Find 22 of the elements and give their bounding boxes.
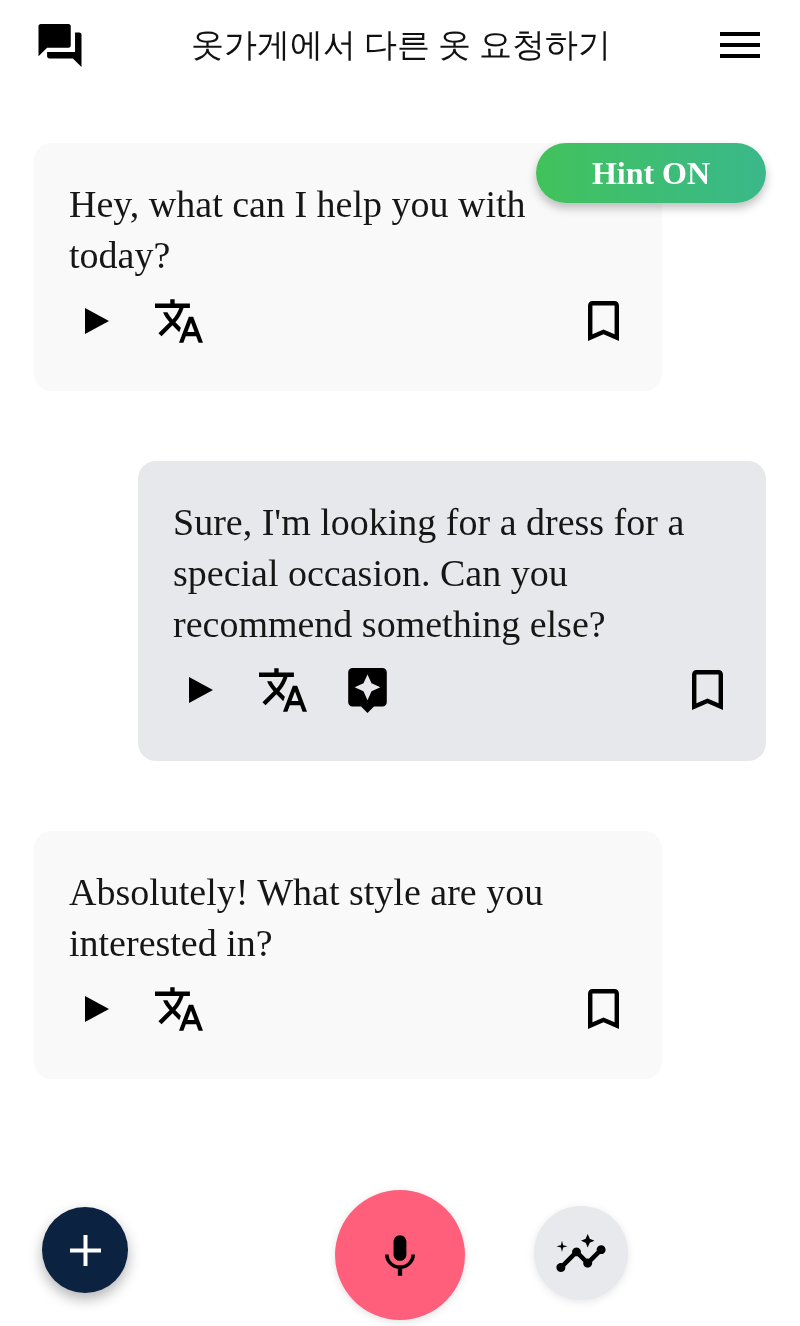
bookmark-icon[interactable] <box>588 301 619 341</box>
insights-button[interactable] <box>534 1206 628 1300</box>
bookmark-icon[interactable] <box>692 670 723 710</box>
translate-icon[interactable] <box>155 299 203 343</box>
chat-bubbles-icon[interactable] <box>38 23 82 67</box>
play-icon[interactable] <box>85 996 109 1022</box>
sparkle-speech-bubble-icon[interactable] <box>348 667 387 713</box>
translate-icon[interactable] <box>155 987 203 1031</box>
page-title: 옷가게에서 다른 옷 요청하기 <box>190 26 612 65</box>
hint-toggle-button[interactable]: Hint ON <box>536 143 766 203</box>
add-button[interactable] <box>42 1207 128 1293</box>
plus-icon <box>69 1234 101 1266</box>
message-text: Absolutely! What style are you interested in? <box>69 870 545 966</box>
message-text: Hey, what can I help you with today? <box>69 182 527 278</box>
translate-icon[interactable] <box>259 668 307 712</box>
play-icon[interactable] <box>85 308 109 334</box>
bookmark-icon[interactable] <box>588 989 619 1029</box>
play-icon[interactable] <box>189 677 213 703</box>
line-chart-sparkle-icon <box>554 1234 608 1272</box>
message-text: Sure, I'm looking for a dress for a special occasion. Can you recommend something else? <box>173 500 686 647</box>
menu-icon[interactable] <box>720 32 760 58</box>
microphone-icon <box>385 1233 415 1277</box>
